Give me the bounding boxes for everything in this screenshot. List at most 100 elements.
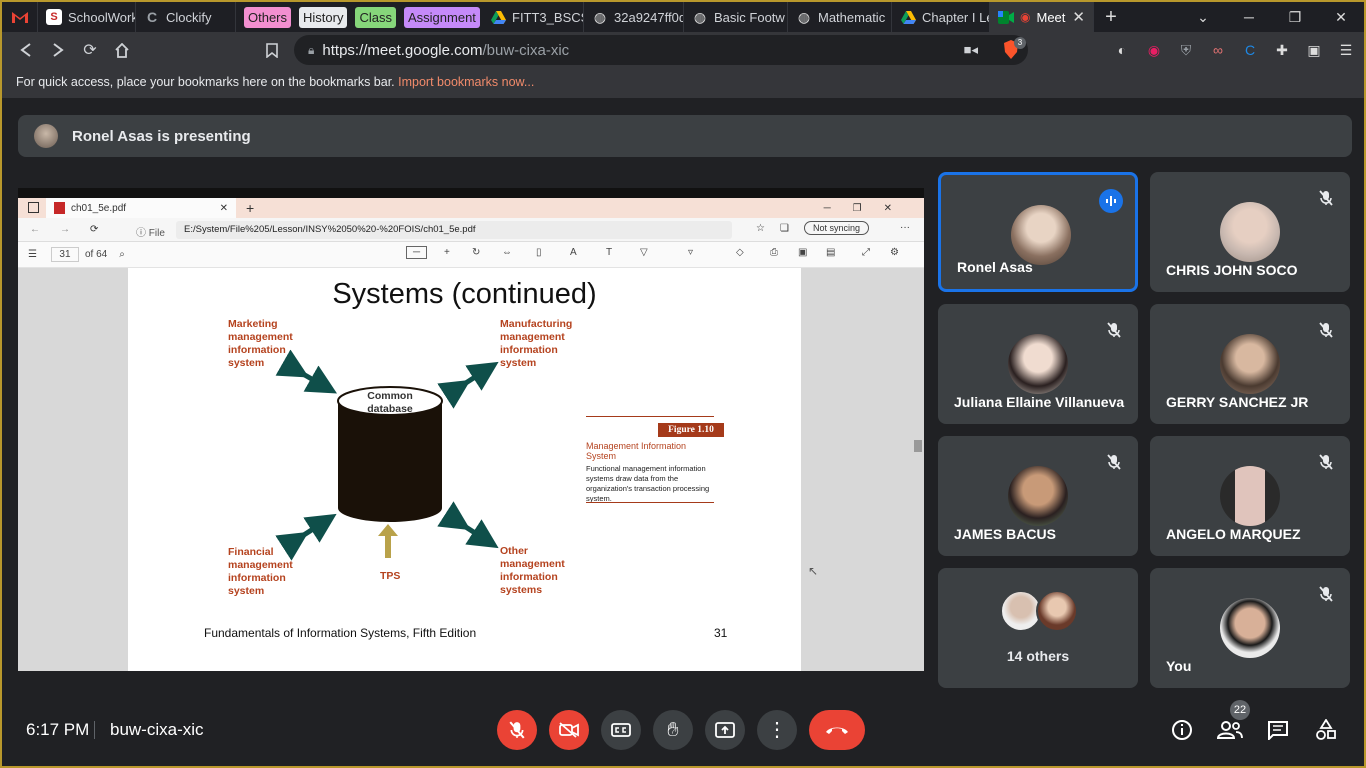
mic-toggle-button[interactable] — [497, 710, 537, 750]
forward-icon[interactable] — [42, 34, 74, 66]
close-tab-icon[interactable]: ✕ — [1072, 8, 1085, 26]
tab-label: FITT3_BSCS2 — [512, 9, 583, 25]
tab-gmail[interactable] — [2, 2, 38, 32]
arrow-tps — [378, 524, 398, 558]
erase-icon: ◇ — [736, 247, 744, 258]
marketing-label: Marketing management information system — [228, 318, 293, 369]
participant-tile[interactable]: JAMES BACUS — [938, 436, 1138, 556]
url-scheme: File — [148, 228, 165, 239]
arrow-financial — [275, 513, 337, 561]
fullscreen-icon: ⤢ — [862, 247, 870, 258]
figure-caption: Functional management information system… — [586, 464, 710, 503]
brave-count-badge: 3 — [1014, 37, 1026, 49]
chat-button[interactable] — [1264, 716, 1292, 744]
brave-shields-icon[interactable]: 3 — [1000, 37, 1026, 61]
back-icon[interactable] — [10, 34, 42, 66]
camera-in-use-icon[interactable]: ■◂ — [964, 42, 978, 58]
leave-call-button[interactable] — [809, 710, 865, 750]
shared-pdf-tab: ch01_5e.pdf ✕ — [46, 198, 236, 218]
others-tile[interactable]: 14 others — [938, 568, 1138, 688]
tab-32a9247[interactable]: ◍ 32a9247ff0d — [584, 2, 684, 32]
extension-2-icon[interactable]: ◉ — [1138, 34, 1170, 66]
participant-tile[interactable]: CHRIS JOHN SOCO — [1150, 172, 1350, 292]
meeting-details-button[interactable] — [1168, 716, 1196, 744]
pdf-icon — [54, 202, 65, 214]
others-count: 14 others — [1006, 648, 1070, 664]
new-tab-button[interactable]: + — [1094, 6, 1128, 29]
extension-glasses-icon[interactable]: ∞ — [1202, 34, 1234, 66]
tab-label: SchoolWorks — [68, 9, 135, 25]
slide-page-number: 31 — [714, 626, 728, 640]
tab-fitt3[interactable]: FITT3_BSCS2 — [482, 2, 584, 32]
figure-rule-top — [586, 416, 714, 417]
tab-search-chevron-icon[interactable]: ⌄ — [1180, 9, 1226, 26]
mic-off-icon — [1314, 318, 1338, 342]
tab-chapter1[interactable]: Chapter I Le — [892, 2, 990, 32]
activities-icon — [1316, 719, 1336, 740]
present-button[interactable] — [705, 710, 745, 750]
figure-title: Management Information System — [586, 441, 687, 461]
tab-group-history[interactable]: History — [299, 6, 348, 28]
bookmark-icon[interactable] — [256, 34, 288, 66]
save-icon: ▣ — [798, 247, 808, 258]
import-bookmarks-link[interactable]: Import bookmarks now... — [398, 75, 534, 89]
ublock-icon[interactable]: ⛨ — [1170, 34, 1202, 66]
participant-tile[interactable]: Ronel Asas — [938, 172, 1138, 292]
more-options-button[interactable]: ⋮ — [757, 710, 797, 750]
avatar — [1036, 590, 1078, 632]
participant-tile[interactable]: Juliana Ellaine Villanueva — [938, 304, 1138, 424]
people-button[interactable] — [1216, 716, 1244, 744]
restore-button[interactable]: ❐ — [1272, 9, 1318, 26]
bookmarks-bar: For quick access, place your bookmarks h… — [2, 68, 1364, 98]
tab-meet[interactable]: ◉ Meet ✕ — [990, 2, 1094, 32]
participant-name: Juliana Ellaine Villanueva — [954, 394, 1125, 410]
tab-group-others[interactable]: Others — [244, 6, 292, 28]
home-icon[interactable] — [106, 34, 138, 66]
participant-name: Ronel Asas — [957, 259, 1033, 275]
settings-icon: ⚙ — [890, 247, 899, 258]
tab-mathematics[interactable]: ◍ Mathematic — [788, 2, 892, 32]
participant-tile[interactable]: GERRY SANCHEZ JR — [1150, 304, 1350, 424]
minimize-button[interactable]: ─ — [1226, 9, 1272, 25]
extensions-puzzle-icon[interactable]: ✚ — [1266, 34, 1298, 66]
plus-icon: + — [246, 200, 255, 216]
presenter-avatar — [34, 124, 58, 148]
bookmarks-prompt: For quick access, place your bookmarks h… — [16, 75, 395, 89]
drive-icon — [490, 9, 506, 25]
not-syncing-button: Not syncing — [804, 221, 870, 235]
extension-1-icon[interactable]: ◐ — [1106, 34, 1138, 66]
forward-icon: → — [60, 224, 70, 235]
pdf-toolbar: ☰ 31 of 64 ⌕ ─ + ↻ ⇔ ▯ A T ▽ ▿ ◇ ⎙ ▣ ▤ ⤢… — [18, 242, 924, 268]
favorites-icon: ☆ — [756, 223, 765, 234]
address-bar[interactable]: 🔒︎ https://meet.google.com/buw-cixa-xic … — [294, 35, 1028, 65]
participant-tile[interactable]: ANGELO MARQUEZ — [1150, 436, 1350, 556]
mic-off-icon — [1102, 450, 1126, 474]
close-window-button[interactable]: ✕ — [1318, 9, 1364, 26]
activities-button[interactable] — [1312, 716, 1340, 744]
tab-clockify[interactable]: C Clockify — [136, 2, 236, 32]
hang-up-icon — [826, 727, 848, 734]
sidebar-icon[interactable]: ▣ — [1298, 34, 1330, 66]
raise-hand-button[interactable]: ✋︎ — [653, 710, 693, 750]
other-label: Other management information systems — [500, 545, 565, 596]
divider — [94, 721, 95, 739]
tab-group-assignment[interactable]: Assignment — [403, 6, 480, 28]
captions-button[interactable] — [601, 710, 641, 750]
avatar — [1220, 334, 1280, 394]
extension-c-icon[interactable]: C — [1234, 34, 1266, 66]
tab-actions-icon — [28, 202, 39, 213]
shared-tab-label: ch01_5e.pdf — [71, 202, 127, 214]
meet-control-bar: 6:17 PM buw-cixa-xic ✋︎ ⋮ 22 — [2, 692, 1364, 766]
menu-icon[interactable]: ☰ — [1330, 34, 1362, 66]
mic-off-icon — [1314, 450, 1338, 474]
camera-toggle-button[interactable] — [549, 710, 589, 750]
tab-schoolworks[interactable]: S SchoolWorks — [38, 2, 136, 32]
tab-group-class[interactable]: Class — [355, 6, 396, 28]
fit-icon: ⇔ — [502, 247, 512, 258]
reload-icon[interactable]: ⟳ — [74, 34, 106, 66]
mic-off-icon — [1314, 186, 1338, 210]
scrollbar-thumb — [914, 440, 922, 452]
self-tile[interactable]: You — [1150, 568, 1350, 688]
avatar — [1008, 466, 1068, 526]
tab-basic-footwork[interactable]: ◍ Basic Footw — [684, 2, 788, 32]
